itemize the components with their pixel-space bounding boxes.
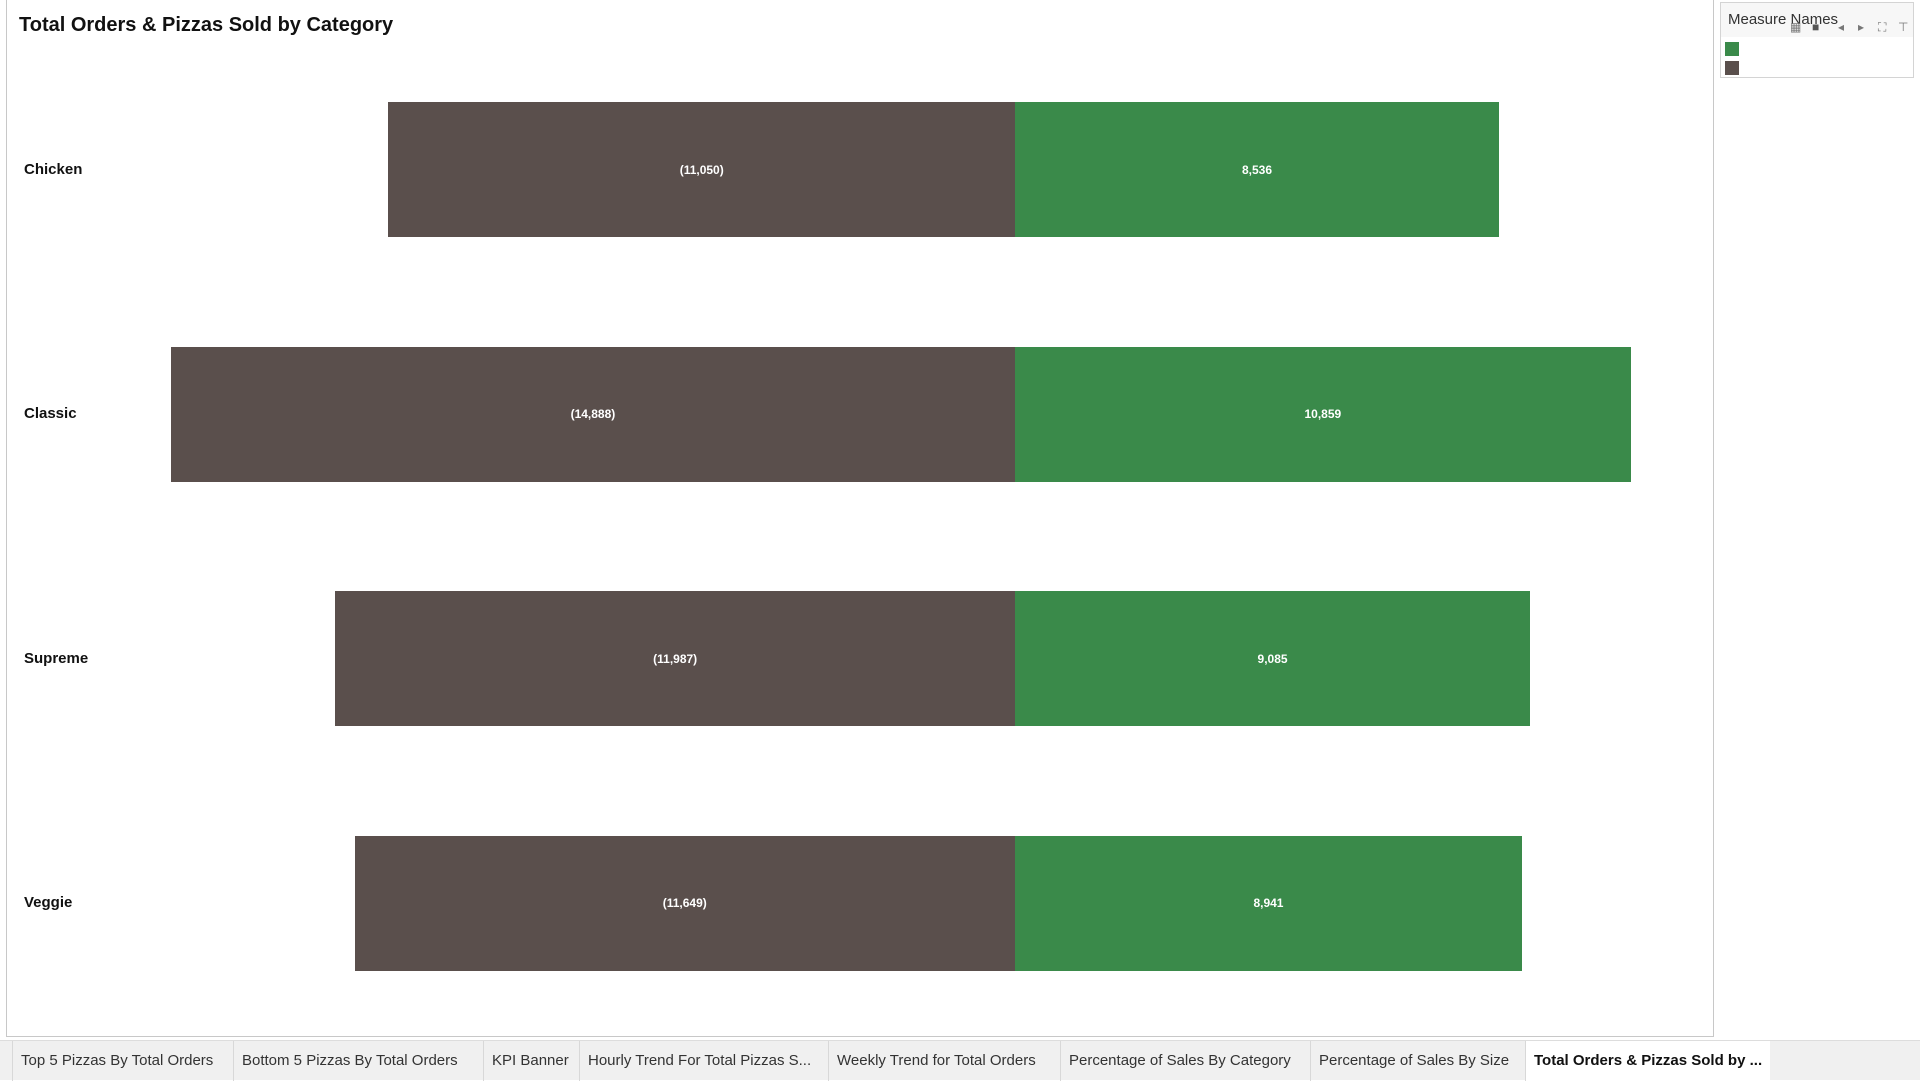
- sheet-tab[interactable]: Top 5 Pizzas By Total Orders: [12, 1041, 221, 1081]
- category-label-classic: Classic: [24, 405, 77, 423]
- sheet-tab[interactable]: KPI Banner: [483, 1041, 577, 1081]
- data-label: (14,888): [570, 407, 616, 422]
- category-label-veggie: Veggie: [24, 894, 73, 912]
- legend-swatch-brown[interactable]: [1725, 61, 1739, 75]
- legend[interactable]: Measure Names: [1720, 2, 1914, 78]
- data-label: (11,649): [662, 896, 707, 911]
- sheet-tab[interactable]: Percentage of Sales By Category: [1060, 1041, 1299, 1081]
- legend-swatch-green[interactable]: [1725, 42, 1739, 56]
- presentation-icon[interactable]: ⊤: [1898, 20, 1908, 34]
- sheet-tab[interactable]: Total Orders & Pizzas Sold by ...: [1525, 1041, 1771, 1081]
- sheet-tab[interactable]: Percentage of Sales By Size: [1310, 1041, 1517, 1081]
- data-label: 8,536: [1241, 162, 1272, 177]
- category-label-supreme: Supreme: [24, 649, 89, 667]
- data-label: (11,050): [679, 162, 724, 177]
- chart-title: Total Orders & Pizzas Sold by Category: [19, 14, 394, 36]
- data-label: (11,987): [653, 651, 698, 666]
- sheet-tab[interactable]: Hourly Trend For Total Pizzas S...: [579, 1041, 819, 1081]
- data-label: 8,941: [1253, 896, 1284, 911]
- data-label: 9,085: [1257, 651, 1288, 666]
- single-view-icon[interactable]: ■: [1812, 20, 1819, 34]
- next-icon[interactable]: ▸: [1858, 20, 1864, 34]
- sheet-tab[interactable]: Bottom 5 Pizzas By Total Orders: [233, 1041, 466, 1081]
- chart-area: Total Orders & Pizzas Sold by Category C…: [6, 0, 1714, 1037]
- fullscreen-icon[interactable]: ⛶: [1878, 20, 1886, 35]
- sheet-tabs: Top 5 Pizzas By Total Orders Bottom 5 Piz…: [0, 1040, 1920, 1081]
- data-label: 10,859: [1304, 407, 1342, 422]
- prev-icon[interactable]: ◂: [1838, 20, 1844, 34]
- sheet-tab[interactable]: Weekly Trend for Total Orders: [828, 1041, 1044, 1081]
- category-label-chicken: Chicken: [24, 160, 83, 178]
- grid-view-icon[interactable]: ▦: [1790, 20, 1801, 34]
